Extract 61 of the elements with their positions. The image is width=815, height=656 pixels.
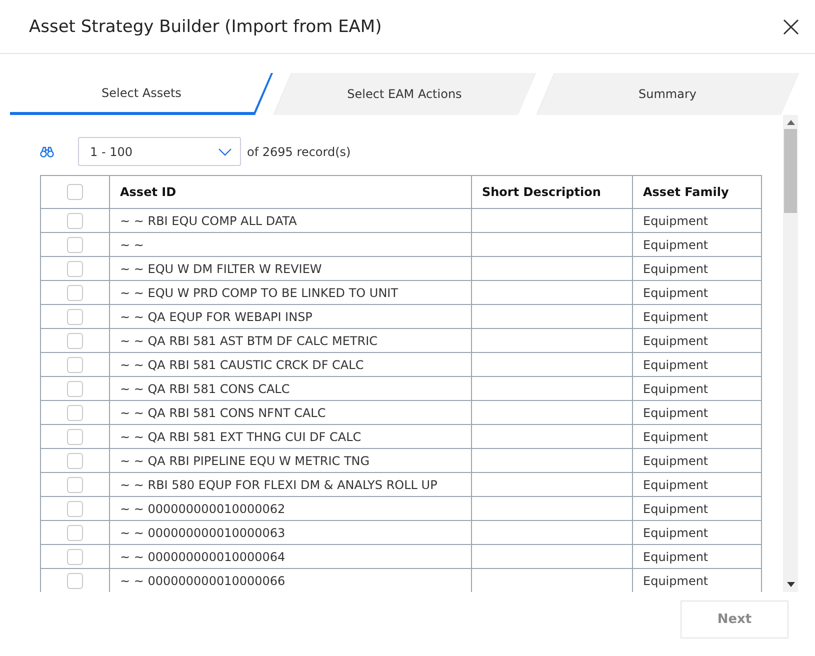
chevron-down-icon: [218, 148, 232, 156]
step-tab[interactable]: Select Assets: [10, 73, 273, 115]
table-cell: Equipment: [632, 256, 762, 280]
table-cell: Equipment: [632, 544, 762, 568]
table-cell: ~ ~ 000000000010000062: [110, 496, 472, 520]
row-checkbox[interactable]: [67, 260, 83, 276]
column-header[interactable]: Asset Family: [632, 176, 762, 208]
table-cell: Equipment: [632, 352, 762, 376]
table-cell: Equipment: [632, 400, 762, 424]
row-checkbox[interactable]: [67, 548, 83, 564]
row-checkbox[interactable]: [67, 332, 83, 348]
table-cell: ~ ~ RBI EQU COMP ALL DATA: [110, 208, 472, 232]
table-cell: ~ ~ 000000000010000063: [110, 520, 472, 544]
table-cell: Equipment: [632, 448, 762, 472]
row-checkbox[interactable]: [67, 212, 83, 228]
table-cell: ~ ~ QA RBI 581 CONS NFNT CALC: [110, 400, 472, 424]
column-header[interactable]: Asset ID: [110, 176, 472, 208]
row-checkbox[interactable]: [67, 404, 83, 420]
row-checkbox[interactable]: [67, 452, 83, 468]
table-cell: Equipment: [632, 424, 762, 448]
range-dropdown[interactable]: 1 - 100: [78, 137, 241, 166]
table-cell: ~ ~: [110, 232, 472, 256]
step-tab[interactable]: Summary: [536, 73, 799, 115]
table-cell: Equipment: [632, 304, 762, 328]
table-cell: ~ ~ EQU W PRD COMP TO BE LINKED TO UNIT: [110, 280, 472, 304]
table-cell: ~ ~ EQU W DM FILTER W REVIEW: [110, 256, 472, 280]
record-count: of 2695 record(s): [247, 144, 351, 158]
table-cell: Equipment: [632, 496, 762, 520]
row-checkbox[interactable]: [67, 380, 83, 396]
row-checkbox[interactable]: [67, 356, 83, 372]
select-all-checkbox[interactable]: [67, 184, 83, 200]
step-tab[interactable]: Select EAM Actions: [273, 73, 536, 115]
table-cell: ~ ~ QA RBI PIPELINE EQU W METRIC TNG: [110, 448, 472, 472]
table-cell: Equipment: [632, 376, 762, 400]
table-cell: ~ ~ QA RBI 581 CONS CALC: [110, 376, 472, 400]
scrollbar[interactable]: [783, 115, 798, 592]
close-icon[interactable]: [781, 16, 801, 36]
row-checkbox[interactable]: [67, 308, 83, 324]
table-cell: Equipment: [632, 232, 762, 256]
row-checkbox[interactable]: [67, 476, 83, 492]
table-cell: Equipment: [632, 208, 762, 232]
dialog-title: Asset Strategy Builder (Import from EAM): [29, 16, 382, 36]
binoculars-icon[interactable]: [40, 146, 54, 158]
table-cell: ~ ~ QA RBI 581 AST BTM DF CALC METRIC: [110, 328, 472, 352]
row-checkbox[interactable]: [67, 236, 83, 252]
table-cell: Equipment: [632, 472, 762, 496]
row-checkbox[interactable]: [67, 524, 83, 540]
table-cell: Equipment: [632, 280, 762, 304]
table-cell: ~ ~ QA RBI 581 CAUSTIC CRCK DF CALC: [110, 352, 472, 376]
table-cell: ~ ~ 000000000010000064: [110, 544, 472, 568]
row-checkbox[interactable]: [67, 572, 83, 588]
row-checkbox[interactable]: [67, 500, 83, 516]
table-cell: Equipment: [632, 328, 762, 352]
row-checkbox[interactable]: [67, 284, 83, 300]
table-cell: ~ ~ QA EQUP FOR WEBAPI INSP: [110, 304, 472, 328]
table-cell: ~ ~ RBI 580 EQUP FOR FLEXI DM & ANALYS ROLL UP: [110, 472, 472, 496]
scroll-thumb[interactable]: [784, 129, 797, 213]
table-cell: Equipment: [632, 520, 762, 544]
column-header[interactable]: Short Description: [472, 176, 632, 208]
row-checkbox[interactable]: [67, 428, 83, 444]
table-cell: ~ ~ QA RBI 581 EXT THNG CUI DF CALC: [110, 424, 472, 448]
